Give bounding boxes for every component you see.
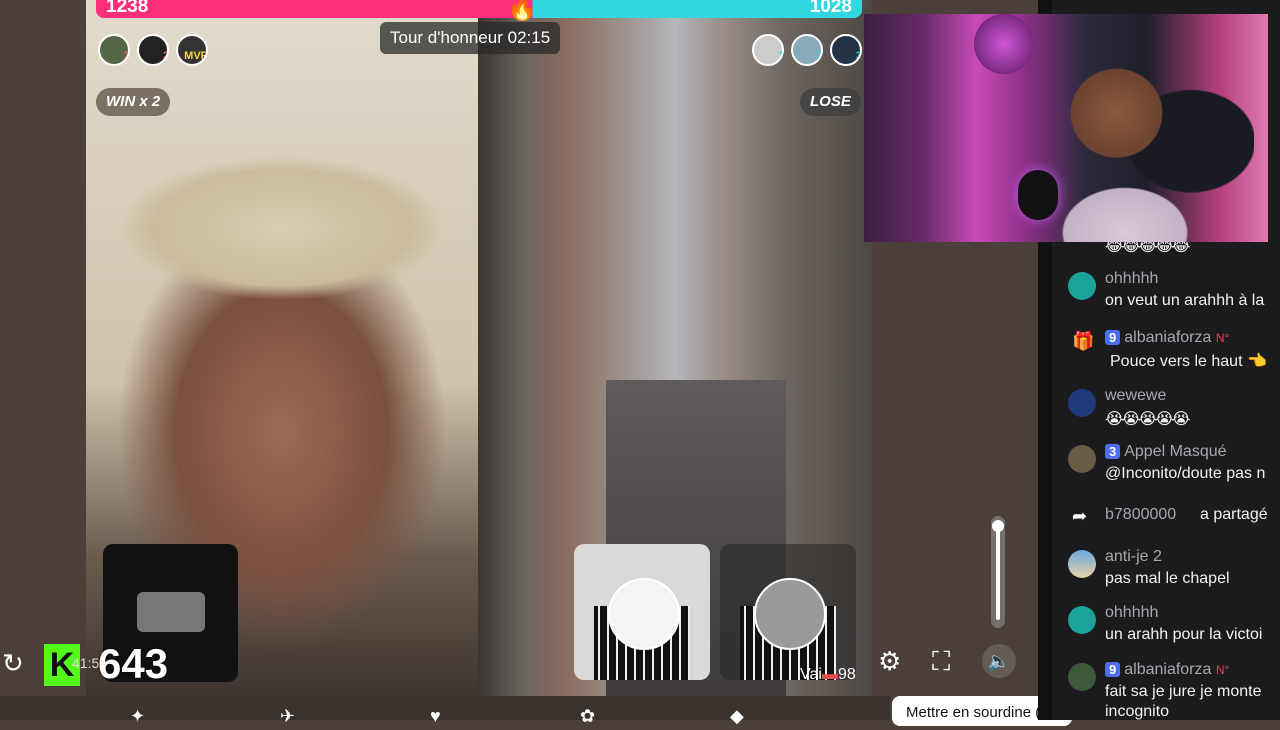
chat-avatar[interactable] xyxy=(1068,663,1096,691)
chat-message: 🎁 9 albaniaforza N° Pouce vers le haut 👈 xyxy=(1068,329,1280,373)
chat-text: a partagé xyxy=(1200,506,1268,523)
chat-text: incognito xyxy=(1105,703,1170,720)
chat-username: 9 albaniaforza N° xyxy=(1105,329,1229,347)
supporter-avatar[interactable]: 3 xyxy=(98,34,130,66)
chat-message: wewewe 😭😭😭😭😭 xyxy=(1068,387,1280,431)
chat-text: Pouce vers le haut 👈 xyxy=(1110,353,1267,370)
supporter-avatar[interactable]: 2 xyxy=(791,34,823,66)
chat-message: 9 albaniaforza N° fait sa je jure je mont… xyxy=(1068,661,1280,720)
score-left: 1238 xyxy=(106,0,149,17)
timer-label: Tour d'honneur xyxy=(390,28,503,47)
guest-cam-right[interactable] xyxy=(720,544,856,680)
chat-text: @Inconito/doute pas n xyxy=(1105,465,1266,482)
chat-message: 3 Appel Masqué @Inconito/doute pas n xyxy=(1068,443,1280,487)
rank-badge: N° xyxy=(1215,331,1230,345)
left-player-hat xyxy=(86,120,478,360)
chat-avatar[interactable] xyxy=(1068,606,1096,634)
gift-icon: 🎁 xyxy=(1072,331,1095,351)
chat-username: 3 Appel Masqué xyxy=(1105,443,1227,461)
streamer-name: Vai xyxy=(800,666,822,683)
chat-message: ➦ b7800000 a partagé xyxy=(1068,506,1280,530)
fullscreen-icon[interactable]: ⛶ xyxy=(932,646,950,678)
timer-value: 02:15 xyxy=(507,28,551,47)
chat-username[interactable]: ohhhhh xyxy=(1105,604,1158,622)
share-icon: ➦ xyxy=(1072,506,1088,526)
chat-avatar[interactable] xyxy=(1068,272,1096,300)
supporter-avatar[interactable]: 1 xyxy=(752,34,784,66)
chat-avatar[interactable] xyxy=(1068,445,1096,473)
chat-username[interactable]: b7800000 xyxy=(1105,506,1176,524)
fire-icon: 🔥 xyxy=(507,0,537,22)
flag-icon: ▬ xyxy=(821,666,838,683)
gift-icon[interactable]: ♥ xyxy=(430,706,441,727)
refresh-icon[interactable]: ↻ xyxy=(2,648,24,679)
level-badge: 3 xyxy=(1105,444,1121,459)
supporter-avatar[interactable]: 3 xyxy=(830,34,862,66)
guest-thumbnail xyxy=(137,592,205,632)
gift-icon[interactable]: ◆ xyxy=(730,706,744,727)
guest-avatar xyxy=(754,578,826,650)
level-badge: 9 xyxy=(1105,662,1121,677)
neon-logo-icon xyxy=(974,14,1034,74)
chat-message: ohhhhh un arahh pour la victoi xyxy=(1068,604,1280,648)
streamer-score: 98 xyxy=(837,666,856,683)
chat-username[interactable]: wewewe xyxy=(1105,387,1166,405)
win-badge: WIN x 2 xyxy=(96,88,171,116)
guest-cam-middle[interactable] xyxy=(574,544,710,680)
microphone xyxy=(1018,170,1058,220)
chat-username[interactable]: anti-je 2 xyxy=(1105,548,1162,566)
supporter-avatar[interactable]: 2 xyxy=(137,34,169,66)
score-bar xyxy=(96,0,862,18)
username-text[interactable]: albaniaforza xyxy=(1124,661,1211,678)
volume-icon[interactable]: 🔈 xyxy=(982,644,1016,678)
rank-badge: N° xyxy=(1215,663,1230,677)
win-label: WIN xyxy=(106,93,136,110)
gift-icon[interactable]: ✦ xyxy=(130,706,145,727)
chat-avatar[interactable] xyxy=(1068,550,1096,578)
streamer-person xyxy=(1040,58,1210,242)
lose-badge: LOSE xyxy=(800,88,861,116)
score-right: 1028 xyxy=(809,0,852,17)
chat-username[interactable]: ohhhhh xyxy=(1105,270,1158,288)
gift-icon[interactable]: ✈ xyxy=(280,706,295,727)
username-text[interactable]: Appel Masqué xyxy=(1124,443,1226,460)
chat-avatar[interactable] xyxy=(1068,389,1096,417)
chat-message: ohhhhh on veut un arahhh à la xyxy=(1068,270,1280,314)
chat-text: pas mal le chapel xyxy=(1105,570,1230,587)
viewer-count: 643 xyxy=(98,640,169,687)
chat-text: fait sa je jure je monte xyxy=(1105,683,1262,700)
win-multiplier: x 2 xyxy=(139,93,161,110)
username-text[interactable]: albaniaforza xyxy=(1124,329,1211,346)
volume-handle[interactable] xyxy=(992,520,1004,532)
streamer-tag: Vai▬98 xyxy=(800,666,856,684)
guest-avatar xyxy=(608,578,680,650)
chat-username: 9 albaniaforza N° xyxy=(1105,661,1229,679)
supporter-rank: MVP xyxy=(184,50,208,62)
gift-icon[interactable]: ✿ xyxy=(580,706,595,727)
chat-text: on veut un arahhh à la xyxy=(1105,292,1265,309)
supporter-avatar[interactable]: MVP xyxy=(176,34,208,66)
chat-text: 😭😭😭😭😭 xyxy=(1105,411,1190,428)
chat-message: anti-je 2 pas mal le chapel xyxy=(1068,548,1280,592)
settings-icon[interactable]: ⚙ xyxy=(878,646,901,677)
battle-timer: Tour d'honneur 02:15 xyxy=(380,22,561,54)
chat-text: un arahh pour la victoi xyxy=(1105,626,1263,643)
volume-fill xyxy=(996,524,1000,620)
stream-time: 41:5 xyxy=(72,655,100,671)
level-badge: 9 xyxy=(1105,330,1121,345)
